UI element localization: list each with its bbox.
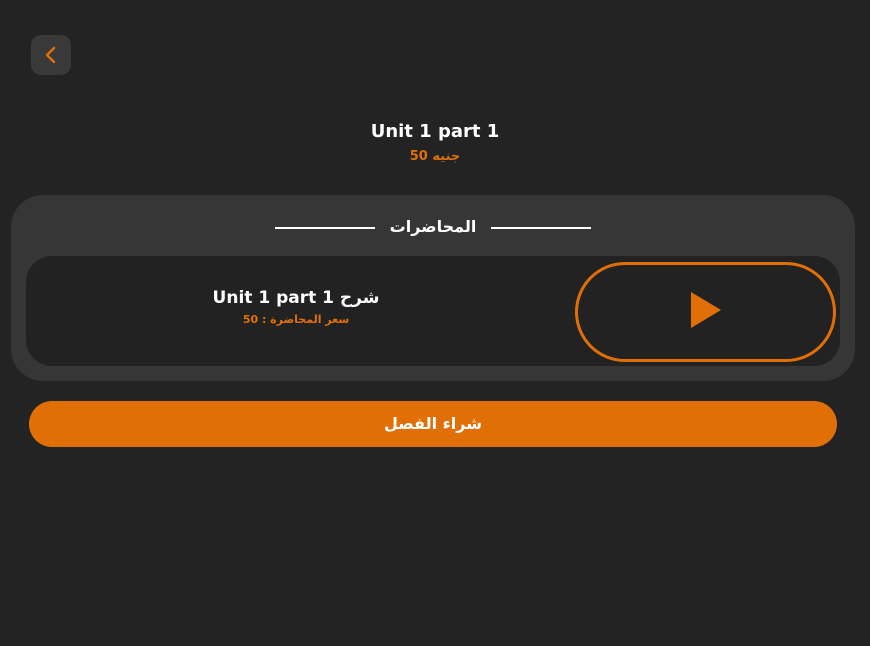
heading-divider-left (275, 227, 375, 229)
lecture-card[interactable]: شرح Unit 1 part 1 سعر المحاضرة : 50 (26, 256, 840, 366)
play-lecture-button[interactable] (575, 262, 836, 362)
lecture-info: شرح Unit 1 part 1 سعر المحاضرة : 50 (186, 286, 406, 328)
lectures-section-title: المحاضرات (389, 217, 477, 236)
back-button[interactable] (31, 35, 71, 75)
lectures-panel: المحاضرات شرح Unit 1 part 1 سعر المحاضرة… (11, 195, 855, 381)
lectures-heading: المحاضرات (11, 213, 855, 241)
heading-divider-right (491, 227, 591, 229)
course-page: Unit 1 part 1 50 جنيه المحاضرات شرح Unit… (0, 0, 870, 646)
buy-chapter-button[interactable]: شراء الفصل (29, 401, 837, 447)
course-price: 50 جنيه (409, 149, 461, 164)
play-icon (689, 290, 723, 334)
course-title: Unit 1 part 1 (370, 121, 500, 142)
chevron-left-icon (44, 45, 58, 65)
lecture-title: شرح Unit 1 part 1 (212, 288, 380, 308)
lecture-price: سعر المحاضرة : 50 (242, 313, 350, 326)
course-header: Unit 1 part 1 50 جنيه (0, 120, 870, 167)
